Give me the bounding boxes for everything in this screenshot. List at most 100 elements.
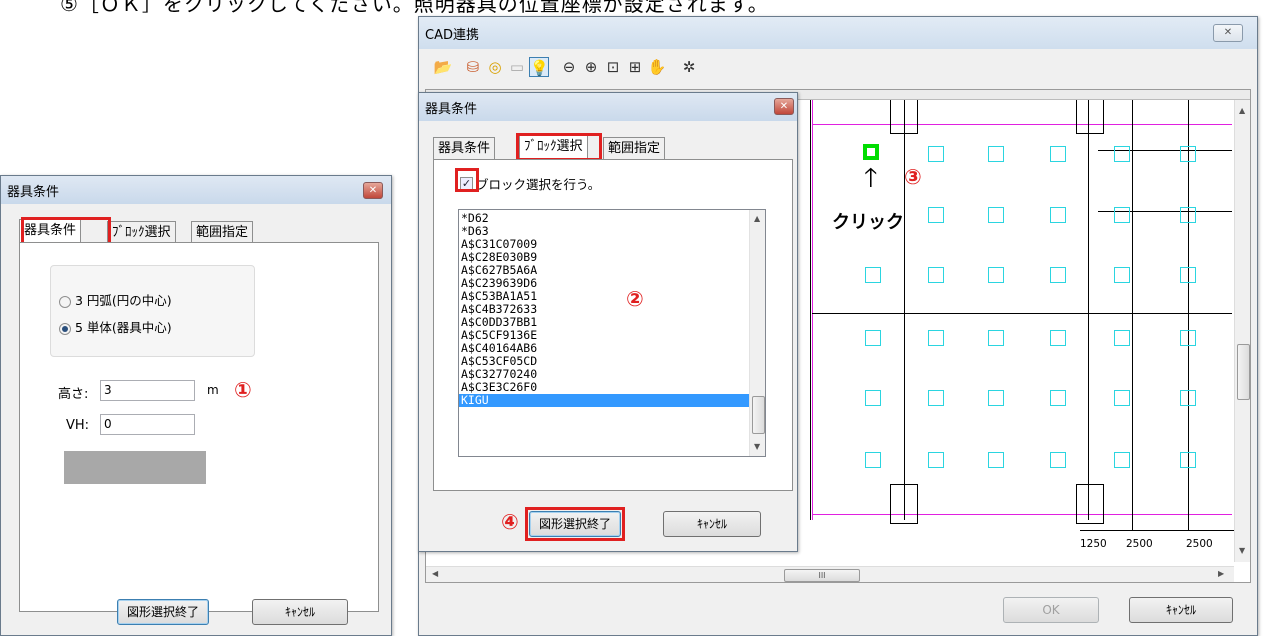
fixture[interactable]: [1114, 390, 1130, 406]
fixture[interactable]: [1114, 330, 1130, 346]
scroll-left-icon[interactable]: ◀: [432, 569, 438, 578]
scroll-down-icon[interactable]: ▼: [1239, 546, 1245, 555]
ok-button[interactable]: OK: [1003, 597, 1099, 623]
fixture[interactable]: [1180, 207, 1196, 223]
fixture[interactable]: [928, 330, 944, 346]
scroll-right-icon[interactable]: ▶: [1218, 569, 1224, 578]
fixture[interactable]: [1180, 267, 1196, 283]
boundary-line-left: [812, 100, 813, 520]
dimension-2500-a: 2500: [1126, 538, 1153, 550]
fixture[interactable]: [865, 330, 881, 346]
fixture[interactable]: [1050, 452, 1066, 468]
finish-selection-button[interactable]: 図形選択終了: [529, 511, 621, 537]
fixture[interactable]: [1050, 330, 1066, 346]
fixture[interactable]: [865, 267, 881, 283]
scroll-up-icon[interactable]: ▲: [1239, 106, 1245, 115]
frame-icon[interactable]: ▭: [507, 57, 527, 77]
list-item[interactable]: *D62: [459, 212, 749, 225]
tab-fixture-conditions[interactable]: 器具条件: [433, 137, 496, 159]
finish-selection-button[interactable]: 図形選択終了: [117, 599, 209, 625]
zoom-all-icon[interactable]: ⊞: [625, 57, 645, 77]
tab-range[interactable]: 範囲指定: [191, 221, 254, 243]
fixture[interactable]: [1050, 390, 1066, 406]
tab-fixture-conditions[interactable]: 器具条件: [19, 219, 82, 243]
fixture[interactable]: [928, 390, 944, 406]
radio-selected-icon: [59, 322, 71, 335]
fixture[interactable]: [988, 207, 1004, 223]
cad-title: CAD連携: [425, 27, 479, 43]
fixture[interactable]: [988, 390, 1004, 406]
column-box: [1076, 100, 1104, 134]
arrow-up-icon: 🡑: [864, 163, 878, 193]
zoom-out-icon[interactable]: ⊖: [559, 57, 579, 77]
checkbox-icon: ✓: [460, 177, 473, 190]
close-icon[interactable]: ✕: [1213, 24, 1243, 42]
fixture[interactable]: [1114, 267, 1130, 283]
fixture[interactable]: [988, 452, 1004, 468]
settings-gear-icon[interactable]: ✲: [679, 57, 699, 77]
fixture[interactable]: [1114, 207, 1130, 223]
list-item[interactable]: A$C3E3C26F0: [459, 381, 749, 394]
marker-4: ④: [501, 510, 519, 534]
close-icon[interactable]: ✕: [363, 182, 383, 199]
layer-icon[interactable]: ⛁: [463, 57, 483, 77]
cad-cancel-button[interactable]: ｷｬﾝｾﾙ: [1129, 597, 1233, 623]
fixture[interactable]: [1114, 146, 1130, 162]
lightbulb-icon[interactable]: 💡: [529, 57, 549, 77]
scroll-down-icon[interactable]: ▼: [754, 442, 760, 451]
fixture[interactable]: [1180, 330, 1196, 346]
horizontal-scrollbar[interactable]: ◀ III ▶: [426, 566, 1234, 582]
scroll-up-icon[interactable]: ▲: [754, 214, 760, 223]
fixture[interactable]: [1180, 452, 1196, 468]
boundary-line-bottom: [812, 514, 1232, 515]
cancel-button[interactable]: ｷｬﾝｾﾙ: [663, 511, 761, 537]
list-scrollbar[interactable]: ▲ ▼: [749, 210, 765, 456]
list-item[interactable]: KIGU: [459, 394, 749, 407]
radio-single-label: 5 単体(器具中心): [75, 320, 172, 335]
radio-arc-label: 3 円弧(円の中心): [75, 293, 172, 308]
fixture[interactable]: [988, 267, 1004, 283]
fixture[interactable]: [928, 146, 944, 162]
pan-hand-icon[interactable]: ✋: [647, 57, 667, 77]
open-folder-icon[interactable]: 📂: [433, 57, 453, 77]
radio-single-center[interactable]: 5 単体(器具中心): [59, 317, 172, 336]
vh-field[interactable]: 0: [100, 414, 195, 435]
fixture-selected[interactable]: [863, 144, 879, 160]
zoom-window-icon[interactable]: ⊡: [603, 57, 623, 77]
fixture[interactable]: [1114, 452, 1130, 468]
list-scroll-thumb[interactable]: [752, 396, 765, 434]
instruction-line: ⑤［ＯＫ］をクリックしてください。照明器具の位置座標が設定されます。: [60, 0, 769, 16]
fixture[interactable]: [928, 452, 944, 468]
fixture[interactable]: [988, 146, 1004, 162]
mid-tabstrip: 器具条件 ﾌﾞﾛｯｸ選択 範囲指定: [433, 135, 793, 159]
height-unit: m: [207, 383, 219, 397]
left-fixture-dialog: 器具条件 ✕ 器具条件 ﾌﾞﾛｯｸ選択 範囲指定 3 円弧(円の中心) 5 単体…: [0, 175, 392, 636]
radio-arc-center[interactable]: 3 円弧(円の中心): [59, 290, 172, 309]
zoom-in-icon[interactable]: ⊕: [581, 57, 601, 77]
close-icon[interactable]: ✕: [774, 98, 794, 115]
fixture[interactable]: [1180, 146, 1196, 162]
fixture[interactable]: [865, 390, 881, 406]
tab-block-select[interactable]: ﾌﾞﾛｯｸ選択: [107, 221, 176, 243]
block-listbox[interactable]: *D62 *D63 A$C31C07009 A$C28E030B9 A$C627B5A6…: [458, 209, 766, 457]
block-select-checkbox[interactable]: ✓ ブロック選択を行う。: [460, 174, 600, 193]
fixture[interactable]: [1050, 146, 1066, 162]
cancel-button[interactable]: ｷｬﾝｾﾙ: [252, 599, 348, 625]
hscroll-thumb[interactable]: III: [784, 569, 860, 582]
tab-block-select[interactable]: ﾌﾞﾛｯｸ選択: [519, 135, 588, 159]
fixture[interactable]: [988, 330, 1004, 346]
target-icon[interactable]: ◎: [485, 57, 505, 77]
scroll-thumb[interactable]: [1237, 344, 1250, 400]
vertical-scrollbar[interactable]: ▲ ▼: [1234, 100, 1250, 562]
fixture[interactable]: [928, 267, 944, 283]
fixture[interactable]: [1050, 267, 1066, 283]
tab-range[interactable]: 範囲指定: [603, 137, 666, 159]
dimension-2500-b: 2500: [1186, 538, 1213, 550]
grid-line: [1132, 100, 1133, 530]
fixture[interactable]: [1050, 207, 1066, 223]
height-field[interactable]: 3: [100, 380, 195, 401]
fixture[interactable]: [928, 207, 944, 223]
fixture[interactable]: [1180, 390, 1196, 406]
fixture[interactable]: [865, 452, 881, 468]
click-label: クリック: [832, 212, 904, 233]
